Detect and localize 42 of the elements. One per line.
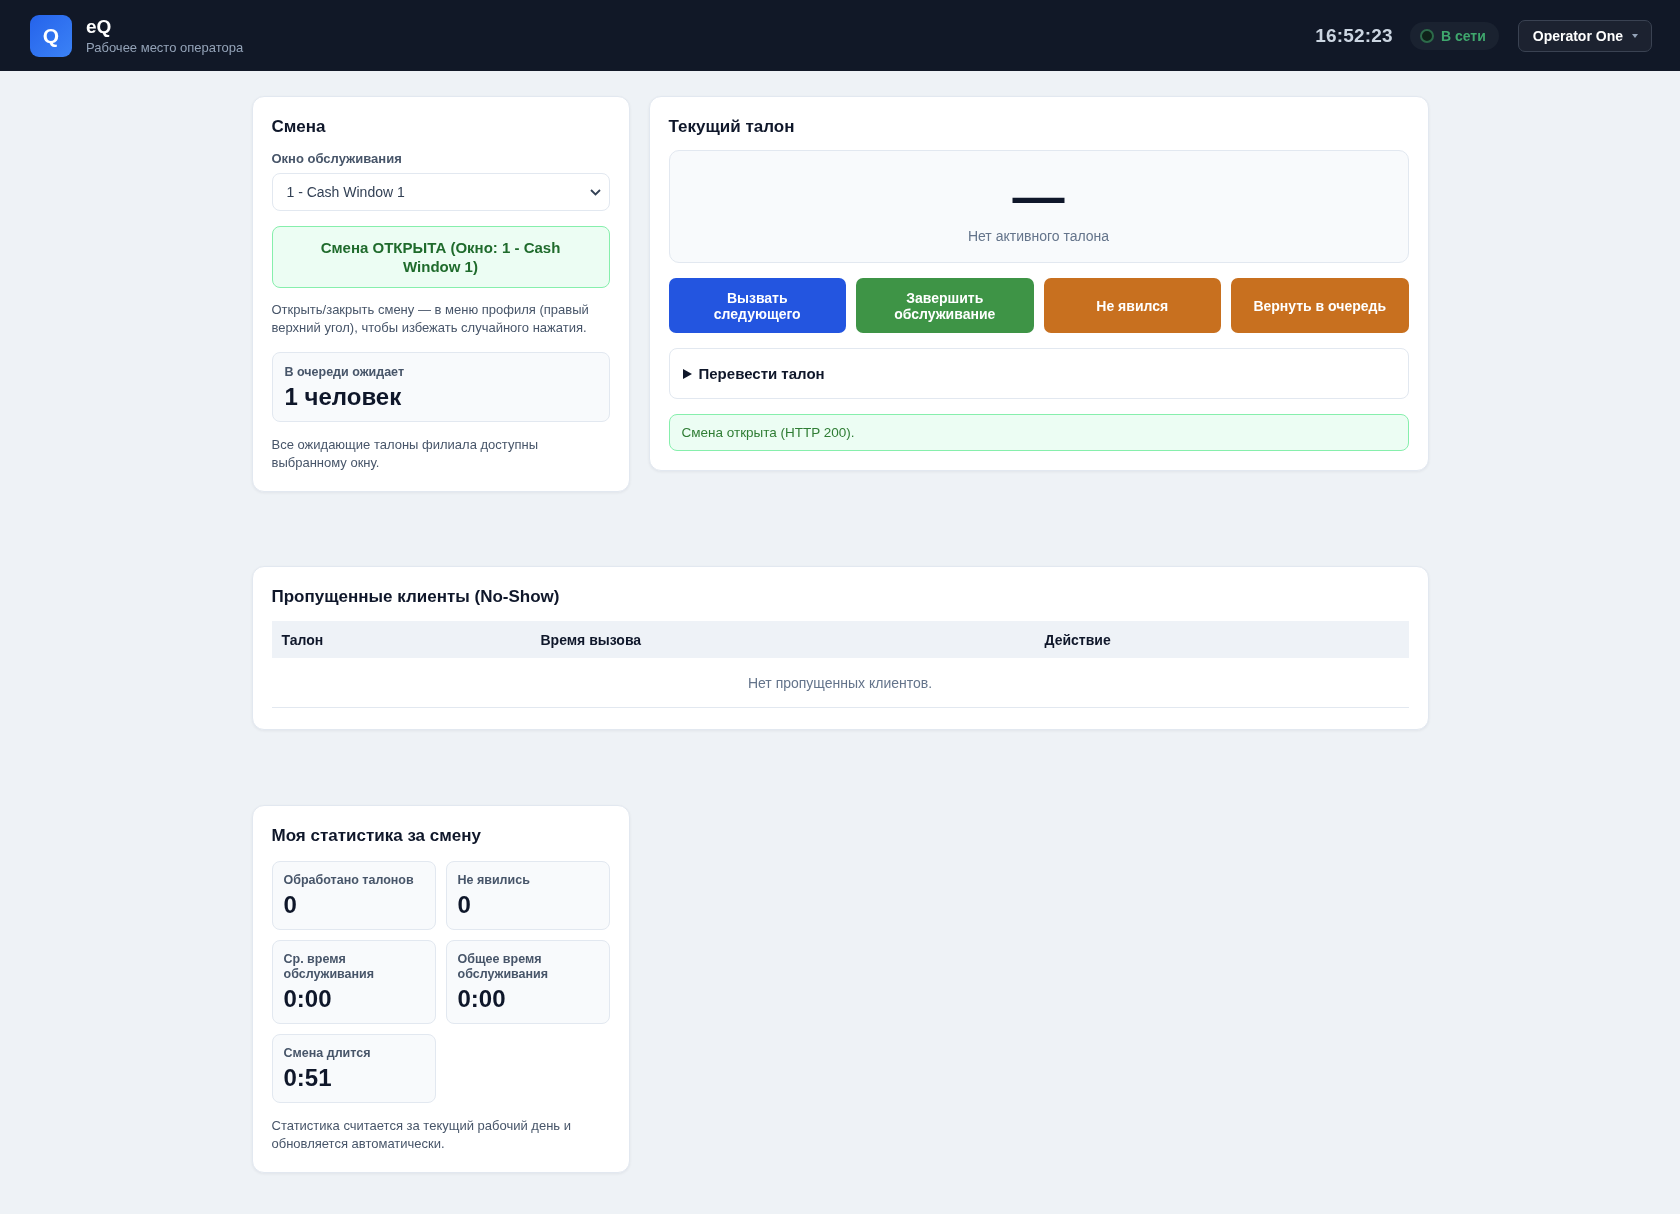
clock-time: 16:52:23 <box>1315 24 1393 47</box>
ticket-caption: Нет активного талона <box>967 227 1110 245</box>
stat-value: 0 <box>457 891 472 919</box>
card-title: Моя статистика за смену <box>271 825 482 847</box>
shift-hint-text: Открыть/закрыть смену — в меню профиля (правый верхний угол), чтобы избежать случайного нажатия. <box>271 301 590 337</box>
card-title: Пропущенные клиенты (No-Show) <box>271 586 561 608</box>
stat-label: Ср. время обслуживания <box>283 952 376 982</box>
stats-note-text: Статистика считается за текущий рабочий день и обновляется автоматически. <box>271 1117 572 1153</box>
column-header: Талон <box>271 621 531 658</box>
stat-value: 0:00 <box>283 985 333 1013</box>
app-subtitle: Рабочее место оператора <box>86 38 244 56</box>
transfer-toggle[interactable]: Перевести талон <box>668 348 1409 399</box>
action-button[interactable]: Не явился <box>1043 278 1221 333</box>
card-title: Текущий талон <box>668 116 796 138</box>
action-button[interactable]: Вызвать следующего <box>668 278 846 333</box>
column-header: Время вызова <box>530 621 1035 658</box>
stat-value: 0:51 <box>283 1064 333 1092</box>
queue-count: 1 человек <box>284 383 403 411</box>
connection-label: В сети <box>1440 27 1486 44</box>
chevron-down-icon <box>589 188 601 196</box>
field-label: Окно обслуживания <box>271 150 403 167</box>
action-button[interactable]: Вернуть в очередь <box>1231 278 1409 333</box>
status-message: Смена открыта (HTTP 200). <box>668 414 1409 451</box>
window-select[interactable]: 1 - Cash Window 1 <box>271 173 610 211</box>
stat-value: 0 <box>283 891 298 919</box>
shift-status-banner: Смена ОТКРЫТА (Окно: 1 - Cash Window 1) <box>271 226 610 288</box>
user-menu-button[interactable]: Operator One <box>1517 19 1652 52</box>
queue-note-text: Все ожидающие талоны филиала доступны выбранному окну. <box>271 436 539 472</box>
card-title: Смена <box>271 116 327 138</box>
empty-table-message: Нет пропущенных клиентов. <box>747 674 933 691</box>
caret-down-icon <box>1632 33 1638 38</box>
app-title: eQ <box>86 15 113 37</box>
column-header: Действие <box>1034 621 1409 658</box>
stat-label: Обработано талонов <box>283 873 415 888</box>
ticket-number: — <box>1012 172 1065 220</box>
stat-label: Общее время обслуживания <box>457 952 550 982</box>
action-button[interactable]: Завершить обслуживание <box>856 278 1034 333</box>
stat-label: Смена длится <box>283 1046 372 1061</box>
queue-label: В очереди ожидает <box>284 364 406 380</box>
app-logo: Q <box>30 14 72 57</box>
stat-value: 0:00 <box>457 985 507 1013</box>
stat-label: Не явились <box>457 873 531 888</box>
